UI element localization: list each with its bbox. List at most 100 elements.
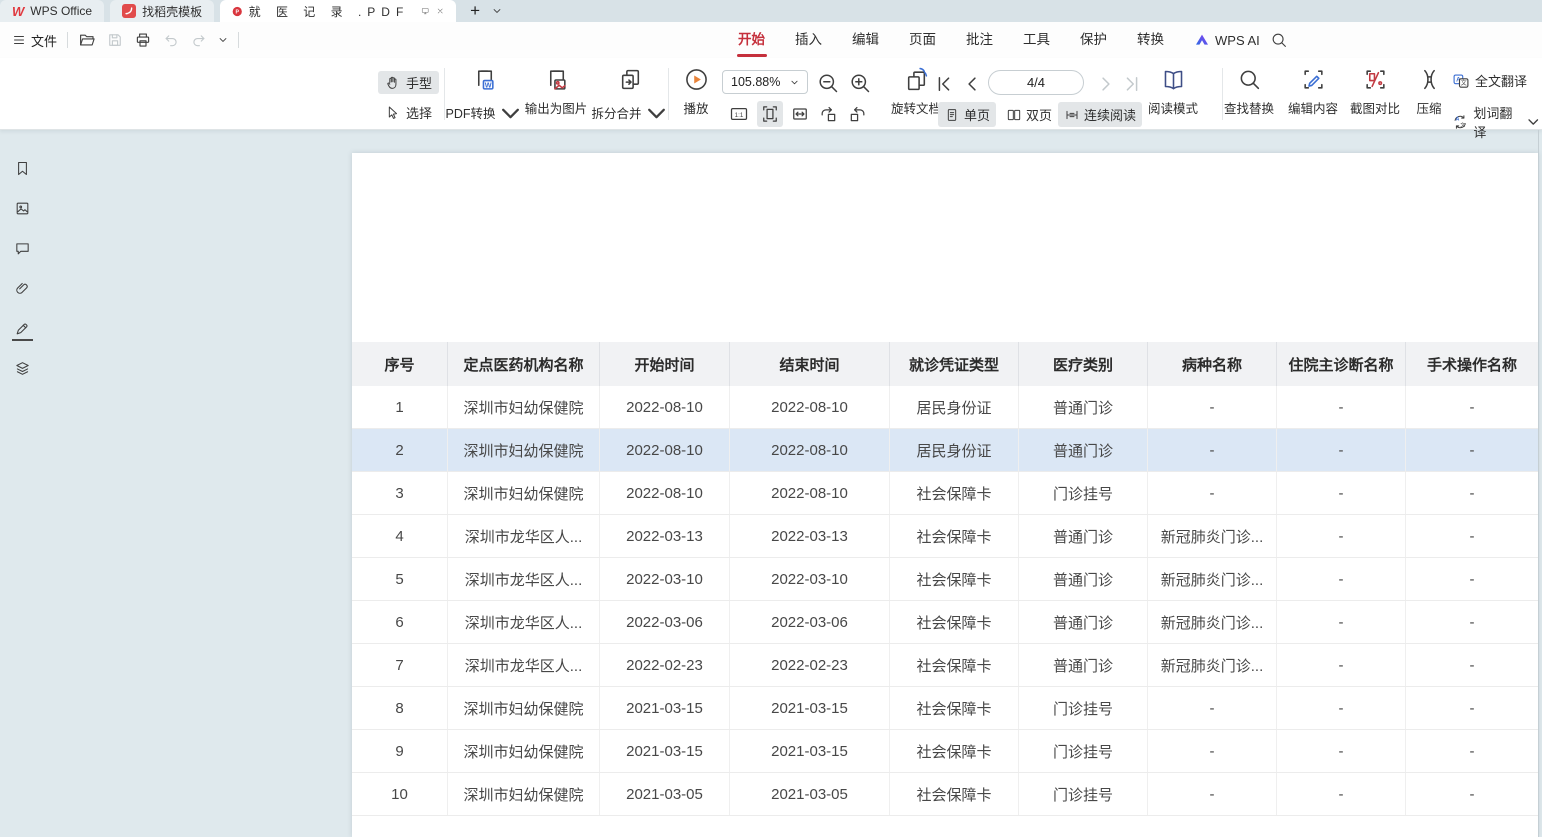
- table-cell: 1: [352, 386, 448, 428]
- column-header: 结束时间: [730, 342, 890, 386]
- table-row[interactable]: 1深圳市妇幼保健院2022-08-102022-08-10居民身份证普通门诊--…: [352, 386, 1538, 429]
- compress-button[interactable]: 压缩: [1406, 64, 1452, 124]
- hand-tool-label: 手型: [406, 73, 432, 92]
- divider: [238, 32, 239, 48]
- attachment-icon[interactable]: [14, 280, 31, 297]
- table-cell: 新冠肺炎门诊...: [1148, 515, 1277, 557]
- menu-page[interactable]: 页面: [909, 22, 936, 58]
- table-row[interactable]: 7深圳市龙华区人...2022-02-232022-02-23社会保障卡普通门诊…: [352, 644, 1538, 687]
- play-button[interactable]: 播放: [674, 64, 718, 124]
- page-number-input[interactable]: 4/4: [988, 70, 1084, 95]
- menu-insert[interactable]: 插入: [795, 22, 822, 58]
- table-cell: 门诊挂号: [1019, 472, 1148, 514]
- table-cell: 社会保障卡: [890, 773, 1019, 815]
- wps-ai-button[interactable]: WPS AI: [1194, 32, 1260, 48]
- menubar-search-icon[interactable]: [1270, 31, 1288, 49]
- annotate-pen-icon[interactable]: [14, 320, 31, 337]
- zoom-level-select[interactable]: 105.88%: [722, 70, 808, 94]
- present-monitor-icon[interactable]: [421, 5, 429, 17]
- screenshot-compare-button[interactable]: 截图对比: [1344, 64, 1406, 124]
- table-cell: -: [1277, 558, 1406, 600]
- table-cell: -: [1406, 773, 1538, 815]
- edit-content-label: 编辑内容: [1288, 98, 1338, 117]
- read-mode-button[interactable]: 阅读模式: [1140, 64, 1206, 124]
- table-cell: 2021-03-15: [600, 730, 730, 772]
- tab-list-chevron-icon[interactable]: [492, 6, 502, 16]
- table-cell: -: [1406, 386, 1538, 428]
- svg-text:P: P: [236, 9, 240, 15]
- new-tab-button[interactable]: +: [470, 1, 480, 21]
- undo-icon: [162, 31, 180, 49]
- hand-icon: [385, 75, 401, 91]
- table-cell: 社会保障卡: [890, 472, 1019, 514]
- full-translate-label: 全文翻译: [1475, 71, 1527, 90]
- chevron-down-icon: [1526, 114, 1541, 130]
- menu-edit[interactable]: 编辑: [852, 22, 879, 58]
- table-cell: 深圳市龙华区人...: [448, 644, 600, 686]
- table-cell: -: [1277, 601, 1406, 643]
- table-row[interactable]: 5深圳市龙华区人...2022-03-102022-03-10社会保障卡普通门诊…: [352, 558, 1538, 601]
- table-row[interactable]: 6深圳市龙华区人...2022-03-062022-03-06社会保障卡普通门诊…: [352, 601, 1538, 644]
- window-tab-bar: W WPS Office 找稻壳模板 P 就 医 记 录 .PDF +: [0, 0, 1542, 22]
- table-row[interactable]: 2深圳市妇幼保健院2022-08-102022-08-10居民身份证普通门诊--…: [352, 429, 1538, 472]
- zoom-out-icon[interactable]: [816, 71, 840, 95]
- export-image-button[interactable]: 输出为图片: [518, 64, 594, 124]
- menu-home[interactable]: 开始: [738, 22, 765, 58]
- close-tab-icon[interactable]: [436, 5, 444, 17]
- table-row[interactable]: 4深圳市龙华区人...2022-03-132022-03-13社会保障卡普通门诊…: [352, 515, 1538, 558]
- rotate-right-icon[interactable]: [848, 104, 868, 124]
- select-tool-button[interactable]: 选择: [378, 101, 439, 124]
- table-row[interactable]: 9深圳市妇幼保健院2021-03-152021-03-15社会保障卡门诊挂号--…: [352, 730, 1538, 773]
- redo-icon: [190, 31, 208, 49]
- table-cell: 2021-03-15: [730, 730, 890, 772]
- actual-size-icon[interactable]: 1:1: [729, 104, 749, 124]
- quickbar-chevron-icon[interactable]: [218, 35, 228, 45]
- table-cell: -: [1406, 515, 1538, 557]
- hand-tool-button[interactable]: 手型: [378, 71, 439, 94]
- fit-width-icon[interactable]: [757, 101, 783, 127]
- tab-docer-templates[interactable]: 找稻壳模板: [110, 0, 214, 22]
- single-page-toggle[interactable]: 单页: [938, 102, 996, 127]
- edit-content-button[interactable]: 编辑内容: [1282, 64, 1344, 124]
- table-cell: -: [1406, 730, 1538, 772]
- edit-pencil-icon: [1301, 67, 1326, 92]
- open-file-icon[interactable]: [78, 31, 96, 49]
- tab-wps-home[interactable]: W WPS Office: [0, 0, 104, 22]
- continuous-read-toggle[interactable]: 连续阅读: [1058, 102, 1142, 127]
- table-row[interactable]: 10深圳市妇幼保健院2021-03-052021-03-05社会保障卡门诊挂号-…: [352, 773, 1538, 816]
- fit-page-icon[interactable]: [790, 104, 810, 124]
- split-merge-button[interactable]: 拆分合并: [594, 64, 666, 124]
- comment-icon[interactable]: [14, 240, 31, 257]
- table-cell: 社会保障卡: [890, 601, 1019, 643]
- svg-text:W: W: [484, 80, 491, 89]
- print-icon[interactable]: [134, 31, 152, 49]
- quick-access-bar: 文件: [12, 22, 239, 58]
- menu-tools[interactable]: 工具: [1023, 22, 1050, 58]
- menu-protect[interactable]: 保护: [1080, 22, 1107, 58]
- menu-annotate[interactable]: 批注: [966, 22, 993, 58]
- menu-convert[interactable]: 转换: [1137, 22, 1164, 58]
- find-replace-button[interactable]: 查找替换: [1218, 64, 1280, 124]
- rotate-left-icon[interactable]: [818, 104, 838, 124]
- zoom-in-icon[interactable]: [848, 71, 872, 95]
- pdf-viewer[interactable]: 序号定点医药机构名称开始时间结束时间就诊凭证类型医疗类别病种名称住院主诊断名称手…: [45, 130, 1542, 837]
- table-row[interactable]: 3深圳市妇幼保健院2022-08-102022-08-10社会保障卡门诊挂号--…: [352, 472, 1538, 515]
- table-row[interactable]: 8深圳市妇幼保健院2021-03-152021-03-15社会保障卡门诊挂号--…: [352, 687, 1538, 730]
- file-menu-button[interactable]: 文件: [12, 31, 57, 50]
- tab-label: WPS Office: [30, 4, 92, 18]
- layers-icon[interactable]: [14, 360, 31, 377]
- table-cell: 2021-03-05: [730, 773, 890, 815]
- pdf-convert-button[interactable]: W PDF转换: [450, 64, 518, 124]
- table-cell: 2022-03-06: [600, 601, 730, 643]
- last-page-icon: [1122, 74, 1142, 94]
- table-cell: 2022-03-13: [730, 515, 890, 557]
- tab-document-pdf[interactable]: P 就 医 记 录 .PDF: [220, 0, 456, 22]
- pdf-page[interactable]: 序号定点医药机构名称开始时间结束时间就诊凭证类型医疗类别病种名称住院主诊断名称手…: [352, 153, 1538, 837]
- split-merge-label: 拆分合并: [592, 103, 642, 122]
- thumbnail-icon[interactable]: [14, 200, 31, 217]
- previous-page-icon[interactable]: [962, 74, 982, 94]
- table-cell: -: [1277, 515, 1406, 557]
- rotate-document-icon: [904, 67, 929, 92]
- bookmark-icon[interactable]: [14, 160, 31, 177]
- full-translate-button[interactable]: A文 全文翻译: [1450, 69, 1529, 92]
